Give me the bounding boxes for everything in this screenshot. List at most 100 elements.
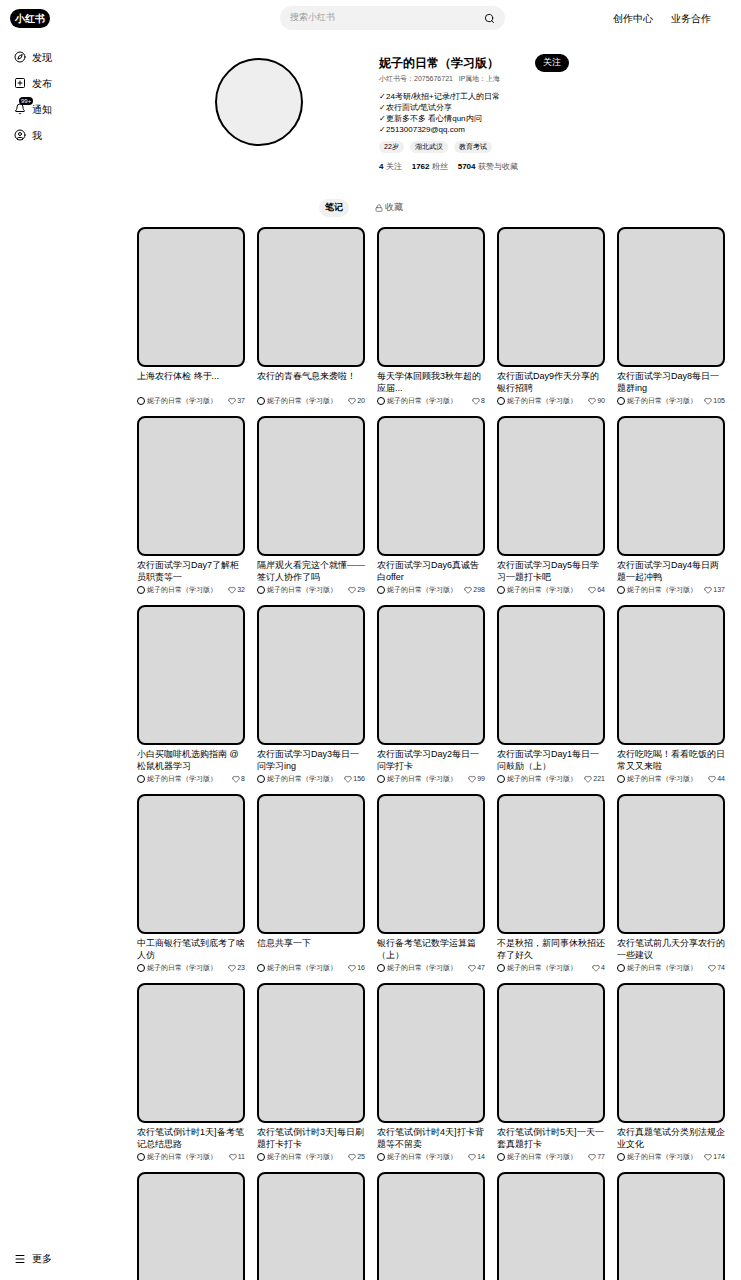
note-title[interactable]: 农行笔试倒计时3天]每日刷题打卡打卡 (257, 1126, 365, 1150)
note-title[interactable]: 农行面试学习Day1每日一问鼓励（上） (497, 748, 605, 772)
note-cover[interactable] (257, 227, 365, 367)
note-author[interactable]: 妮子的日常（学习版） (507, 396, 577, 406)
note-title[interactable]: 农行真题笔试分类别法规企业文化 (617, 1126, 725, 1150)
note-author[interactable]: 妮子的日常（学习版） (147, 1152, 217, 1162)
note-title[interactable]: 农行的青春气息来袭啦！ (257, 370, 365, 394)
note-card[interactable]: 中工商银行笔试到底考了啥人仿妮子的日常（学习版）23 (137, 794, 245, 973)
note-author[interactable]: 妮子的日常（学习版） (627, 396, 697, 406)
note-cover[interactable] (377, 1172, 485, 1280)
note-title[interactable]: 上海农行体检 终于... (137, 370, 245, 394)
note-card[interactable]: 不是秋招，新同事休秋招还存了好久妮子的日常（学习版）4 (497, 794, 605, 973)
note-cover[interactable] (497, 1172, 605, 1280)
sidebar-item[interactable]: 我 (14, 122, 130, 148)
note-card[interactable]: 农行面试Day9作天分享的银行招聘妮子的日常（学习版）90 (497, 227, 605, 406)
profile-stat[interactable]: 4 关注 (379, 161, 402, 173)
sidebar-item[interactable]: 通知99+ (14, 96, 130, 122)
note-author[interactable]: 妮子的日常（学习版） (147, 585, 217, 595)
note-title[interactable]: 银行备考笔记数学运算篇（上） (377, 937, 485, 961)
note-title[interactable]: 农行笔试倒计时5天]一天一套真题打卡 (497, 1126, 605, 1150)
note-title[interactable]: 农行面试学习Day5每日学习一题打卡吧 (497, 559, 605, 583)
note-cover[interactable] (617, 794, 725, 934)
tab[interactable]: 收藏 (369, 199, 409, 217)
note-author[interactable]: 妮子的日常（学习版） (267, 1152, 337, 1162)
note-cover[interactable] (497, 794, 605, 934)
note-card[interactable]: 农行笔试倒计时3天]每日刷题打卡打卡妮子的日常（学习版） 25 (257, 983, 365, 1162)
note-title[interactable]: 农行笔试倒计时1天]备考笔记总结思路 (137, 1126, 245, 1150)
note-title[interactable]: 农行面试Day9作天分享的银行招聘 (497, 370, 605, 394)
note-likes[interactable]: 14 (468, 1152, 485, 1162)
note-cover[interactable] (137, 605, 245, 745)
note-cover[interactable] (617, 1172, 725, 1280)
note-likes[interactable]: 29 (348, 585, 365, 595)
note-likes[interactable]: 25 (348, 1152, 365, 1162)
note-title[interactable]: 农行面试学习Day4每日两题一起冲鸭 (617, 559, 725, 583)
note-cover[interactable] (617, 605, 725, 745)
note-author[interactable]: 妮子的日常（学习版） (507, 963, 577, 973)
note-cover[interactable] (257, 1172, 365, 1280)
note-cover[interactable] (377, 983, 485, 1123)
note-card[interactable]: 农行吃吃喝！看看吃饭的日常又又来啦妮子的日常（学习版）44 (617, 605, 725, 784)
note-likes[interactable]: 99 (468, 774, 485, 784)
logo[interactable]: 小红书 (10, 9, 50, 28)
note-card[interactable]: 农行笔试倒计时1天]备考笔记总结思路妮子的日常（学习版）11 (137, 983, 245, 1162)
note-likes[interactable]: 221 (584, 774, 605, 784)
note-cover[interactable] (257, 983, 365, 1123)
note-title[interactable]: 隔岸观火看完这个就懂——签订人协作了吗 (257, 559, 365, 583)
note-cover[interactable] (377, 416, 485, 556)
note-card[interactable]: 隔岸观火看完这个就懂——签订人协作了吗妮子的日常（学习版） 29 (257, 416, 365, 595)
note-author[interactable]: 妮子的日常（学习版） (507, 774, 577, 784)
note-likes[interactable]: 174 (704, 1152, 725, 1162)
note-likes[interactable]: 105 (704, 396, 725, 406)
note-author[interactable]: 妮子的日常（学习版） (627, 1152, 697, 1162)
note-author[interactable]: 妮子的日常（学习版） (267, 774, 337, 784)
note-title[interactable]: 每天学体回顾我3秋年超的应届... (377, 370, 485, 394)
note-author[interactable]: 妮子的日常（学习版） (147, 396, 217, 406)
note-card[interactable]: 农行面试学习Day3每日一问学习ing 妮子的日常（学习版） 156 (257, 605, 365, 784)
note-cover[interactable] (617, 416, 725, 556)
note-card[interactable]: 农行面试学习Day4每日两题一起冲鸭妮子的日常（学习版）137 (617, 416, 725, 595)
note-cover[interactable] (257, 605, 365, 745)
note-cover[interactable] (137, 416, 245, 556)
note-author[interactable]: 妮子的日常（学习版） (267, 585, 337, 595)
note-author[interactable]: 妮子的日常（学习版） (387, 963, 457, 973)
more-button[interactable]: 更多 (14, 1251, 130, 1266)
note-author[interactable]: 妮子的日常（学习版） (627, 585, 697, 595)
header-link[interactable]: 创作中心 (613, 11, 653, 26)
note-likes[interactable]: 8 (232, 774, 245, 784)
note-card[interactable]: 每天学体回顾我3秋年超的应届...妮子的日常（学习版）8 (377, 227, 485, 406)
note-cover[interactable] (377, 605, 485, 745)
note-card[interactable]: 银行备考笔记数学运算篇（上）妮子的日常（学习版）47 (377, 794, 485, 973)
note-title[interactable]: 农行吃吃喝！看看吃饭的日常又又来啦 (617, 748, 725, 772)
note-cover[interactable] (137, 794, 245, 934)
note-cover[interactable] (257, 416, 365, 556)
note-author[interactable]: 妮子的日常（学习版） (147, 963, 217, 973)
note-card[interactable]: 信息共享一下妮子的日常（学习版）16 (257, 794, 365, 973)
note-likes[interactable]: 32 (228, 585, 245, 595)
note-author[interactable]: 妮子的日常（学习版） (387, 774, 457, 784)
note-author[interactable]: 妮子的日常（学习版） (627, 774, 697, 784)
note-author[interactable]: 妮子的日常（学习版） (507, 585, 577, 595)
tab[interactable]: 笔记 (319, 199, 349, 217)
note-author[interactable]: 妮子的日常（学习版） (627, 963, 697, 973)
note-likes[interactable]: 156 (344, 774, 365, 784)
note-cover[interactable] (257, 794, 365, 934)
note-title[interactable]: 农行面试学习Day6真诚告白offer (377, 559, 485, 583)
note-title[interactable]: 农行面试学习Day3每日一问学习ing (257, 748, 365, 772)
note-card[interactable]: 农行面试学习Day1每日一问鼓励（上） 妮子的日常（学习版） 221 (497, 605, 605, 784)
note-card[interactable]: 农行的青春气息来袭啦！妮子的日常（学习版）20 (257, 227, 365, 406)
note-card[interactable]: 农行面试学习Day5每日学习一题打卡吧妮子的日常（学习版） 64 (497, 416, 605, 595)
note-title[interactable]: 农行面试学习Day7了解柜员职责等一 (137, 559, 245, 583)
note-card[interactable]: 农行面试学习Day2每日一问学打卡妮子的日常（学习版）99 (377, 605, 485, 784)
search-icon[interactable] (484, 13, 495, 24)
note-likes[interactable]: 74 (708, 963, 725, 973)
note-cover[interactable] (137, 227, 245, 367)
note-author[interactable]: 妮子的日常（学习版） (267, 396, 337, 406)
note-author[interactable]: 妮子的日常（学习版） (507, 1152, 577, 1162)
note-likes[interactable]: 64 (588, 585, 605, 595)
note-cover[interactable] (497, 605, 605, 745)
note-likes[interactable]: 298 (464, 585, 485, 595)
note-author[interactable]: 妮子的日常（学习版） (387, 396, 457, 406)
note-card[interactable]: 农行笔试倒计时4天]打卡背题等不留卖妮子的日常（学习版）14 (377, 983, 485, 1162)
note-card[interactable]: 农行面试学习Day7了解柜员职责等一妮子的日常（学习版） 32 (137, 416, 245, 595)
note-card[interactable]: 农行真题笔试分类别法规企业文化妮子的日常（学习版） 174 (617, 983, 725, 1162)
